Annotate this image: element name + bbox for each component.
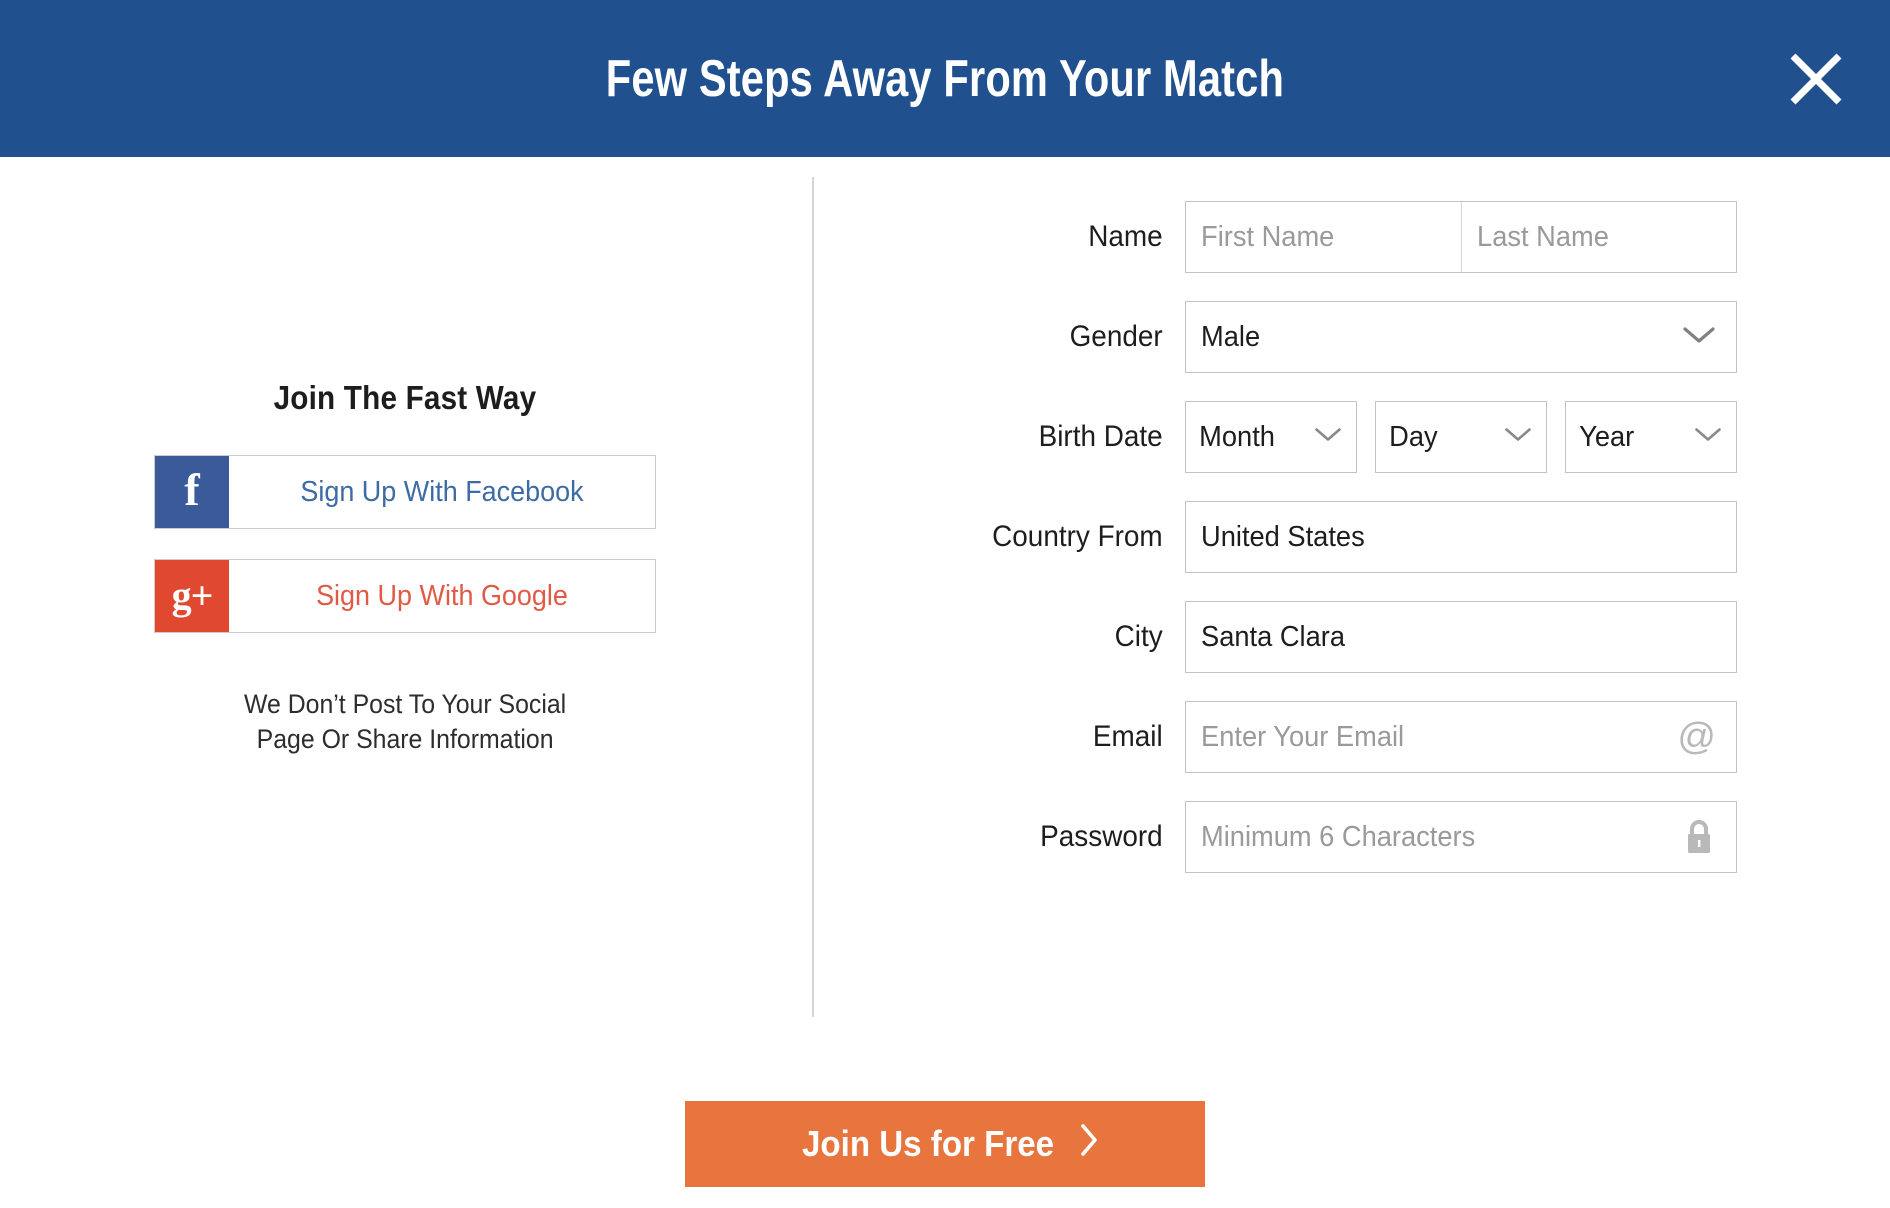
- page-title: Few Steps Away From Your Match: [605, 49, 1285, 108]
- city-value: Santa Clara: [1201, 620, 1346, 653]
- google-signup-label: Sign Up With Google: [316, 579, 568, 612]
- join-us-for-free-button[interactable]: Join Us for Free: [685, 1101, 1205, 1187]
- privacy-note-line-1: We Don’t Post To Your Social: [243, 689, 567, 719]
- modal-footer: Join Us for Free: [0, 1087, 1890, 1187]
- chevron-down-icon: [1682, 325, 1716, 350]
- form-row-name: Name First Name Last Name: [810, 187, 1890, 287]
- form-row-city: City Santa Clara: [810, 587, 1890, 687]
- submit-button-label: Join Us for Free: [801, 1123, 1055, 1164]
- name-field-area: First Name Last Name: [1185, 201, 1737, 273]
- password-field-area: Minimum 6 Characters: [1185, 801, 1737, 873]
- social-signup-panel: Join The Fast Way f Sign Up With Faceboo…: [0, 157, 810, 1087]
- privacy-note-line-2: Page Or Share Information: [256, 723, 554, 754]
- birth-date-label: Birth Date: [1038, 420, 1163, 453]
- signup-form: Name First Name Last Name Gender Male Bi…: [810, 157, 1890, 1087]
- city-input[interactable]: Santa Clara: [1185, 601, 1737, 673]
- birth-month-select[interactable]: Month: [1185, 401, 1357, 473]
- birth-year-value: Year: [1579, 420, 1635, 453]
- form-row-password: Password Minimum 6 Characters: [810, 787, 1890, 887]
- country-value: United States: [1201, 520, 1365, 553]
- signup-modal: Few Steps Away From Your Match Join The …: [0, 0, 1890, 1208]
- chevron-down-icon: [1694, 426, 1722, 448]
- facebook-f-glyph: f: [184, 464, 200, 515]
- facebook-f-icon: f: [155, 456, 229, 528]
- country-field-area: United States: [1185, 501, 1737, 573]
- form-row-birth-date: Birth Date Month Day Year: [810, 387, 1890, 487]
- email-input[interactable]: Enter Your Email @: [1185, 701, 1737, 773]
- birth-day-value: Day: [1389, 420, 1438, 453]
- password-label: Password: [1040, 820, 1163, 853]
- facebook-signup-button[interactable]: f Sign Up With Facebook: [154, 455, 656, 529]
- at-sign-icon: @: [1677, 716, 1716, 758]
- form-row-gender: Gender Male: [810, 287, 1890, 387]
- birth-year-select[interactable]: Year: [1565, 401, 1737, 473]
- gender-select[interactable]: Male: [1185, 301, 1737, 373]
- name-input-group: First Name Last Name: [1185, 201, 1737, 273]
- birth-day-select[interactable]: Day: [1375, 401, 1547, 473]
- google-signup-button[interactable]: g+ Sign Up With Google: [154, 559, 656, 633]
- modal-body: Join The Fast Way f Sign Up With Faceboo…: [0, 157, 1890, 1087]
- email-placeholder: Enter Your Email: [1201, 720, 1405, 753]
- social-heading: Join The Fast Way: [273, 379, 537, 416]
- gender-field-area: Male: [1185, 301, 1737, 373]
- chevron-right-icon: [1079, 1123, 1099, 1166]
- modal-header: Few Steps Away From Your Match: [0, 0, 1890, 157]
- form-row-country: Country From United States: [810, 487, 1890, 587]
- first-name-input[interactable]: First Name: [1186, 202, 1461, 272]
- email-label: Email: [1092, 720, 1163, 753]
- last-name-input[interactable]: Last Name: [1460, 202, 1737, 272]
- birth-month-value: Month: [1199, 420, 1275, 453]
- chevron-down-icon: [1504, 426, 1532, 448]
- city-field-area: Santa Clara: [1185, 601, 1737, 673]
- chevron-down-icon: [1314, 426, 1342, 448]
- email-field-area: Enter Your Email @: [1185, 701, 1737, 773]
- gender-value: Male: [1201, 320, 1261, 353]
- close-button[interactable]: [1780, 43, 1852, 115]
- first-name-placeholder: First Name: [1201, 220, 1335, 253]
- birth-date-group: Month Day Year: [1185, 401, 1737, 473]
- birth-date-field-area: Month Day Year: [1185, 401, 1737, 473]
- last-name-placeholder: Last Name: [1476, 220, 1609, 253]
- lock-icon: [1682, 817, 1716, 857]
- form-row-email: Email Enter Your Email @: [810, 687, 1890, 787]
- country-input[interactable]: United States: [1185, 501, 1737, 573]
- password-placeholder: Minimum 6 Characters: [1201, 820, 1476, 853]
- gender-label: Gender: [1069, 320, 1163, 353]
- city-label: City: [1114, 620, 1163, 653]
- name-label: Name: [1088, 220, 1163, 253]
- country-label: Country From: [992, 520, 1163, 553]
- google-plus-icon: g+: [155, 560, 229, 632]
- close-x-icon: [1787, 50, 1845, 108]
- google-plus-glyph: g+: [171, 573, 214, 618]
- privacy-note: We Don’t Post To Your Social Page Or Sha…: [244, 687, 566, 756]
- password-input[interactable]: Minimum 6 Characters: [1185, 801, 1737, 873]
- facebook-signup-label: Sign Up With Facebook: [300, 475, 584, 508]
